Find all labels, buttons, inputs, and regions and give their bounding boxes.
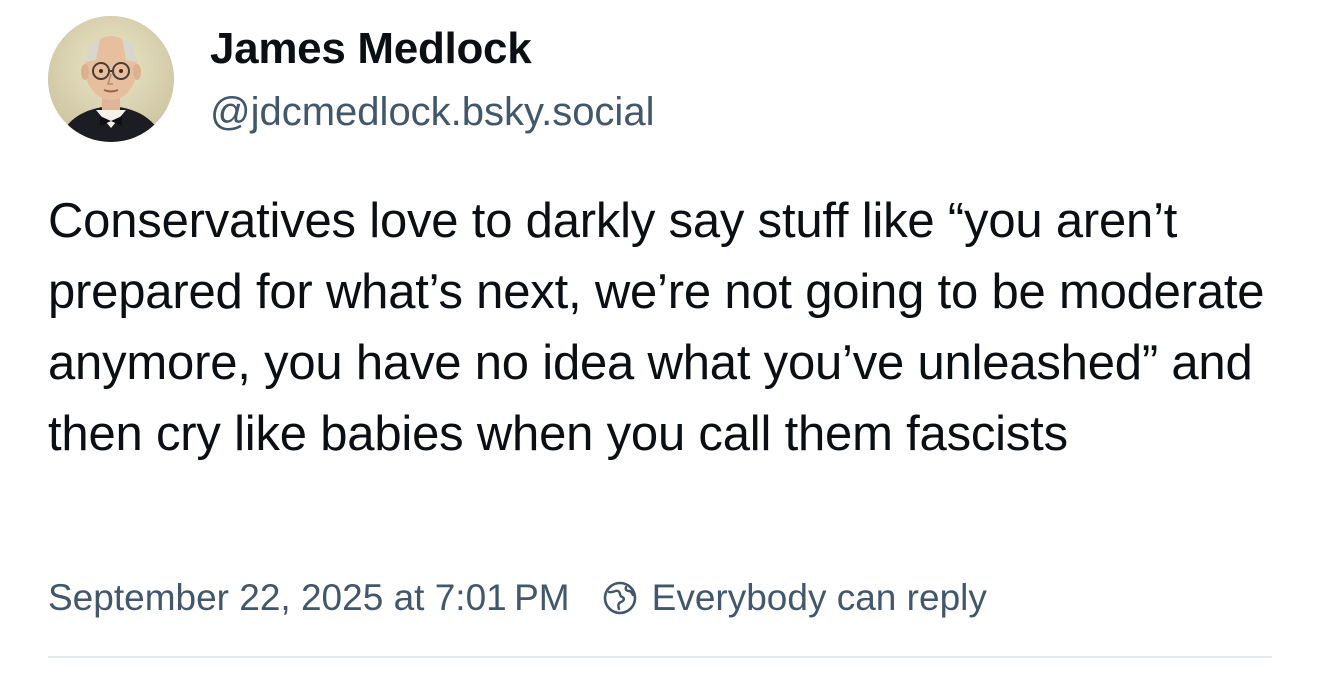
globe-icon <box>600 578 640 618</box>
post-body-text: Conservatives love to darkly say stuff l… <box>48 194 1265 461</box>
post-meta: September 22, 2025 at 7:01 PM Everybody … <box>48 574 987 622</box>
author-handle[interactable]: @jdcmedlock.bsky.social <box>210 90 654 135</box>
post-thread-item: James Medlock @jdcmedlock.bsky.social Co… <box>0 0 1320 684</box>
author-avatar[interactable] <box>48 16 174 142</box>
reply-setting-label: Everybody can reply <box>651 577 987 618</box>
reply-setting-button[interactable]: Everybody can reply <box>600 577 987 619</box>
author-display-name[interactable]: James Medlock <box>210 24 532 74</box>
avatar-portrait-image <box>48 16 174 142</box>
divider <box>48 656 1272 658</box>
post-timestamp[interactable]: September 22, 2025 at 7:01 PM <box>48 577 570 619</box>
